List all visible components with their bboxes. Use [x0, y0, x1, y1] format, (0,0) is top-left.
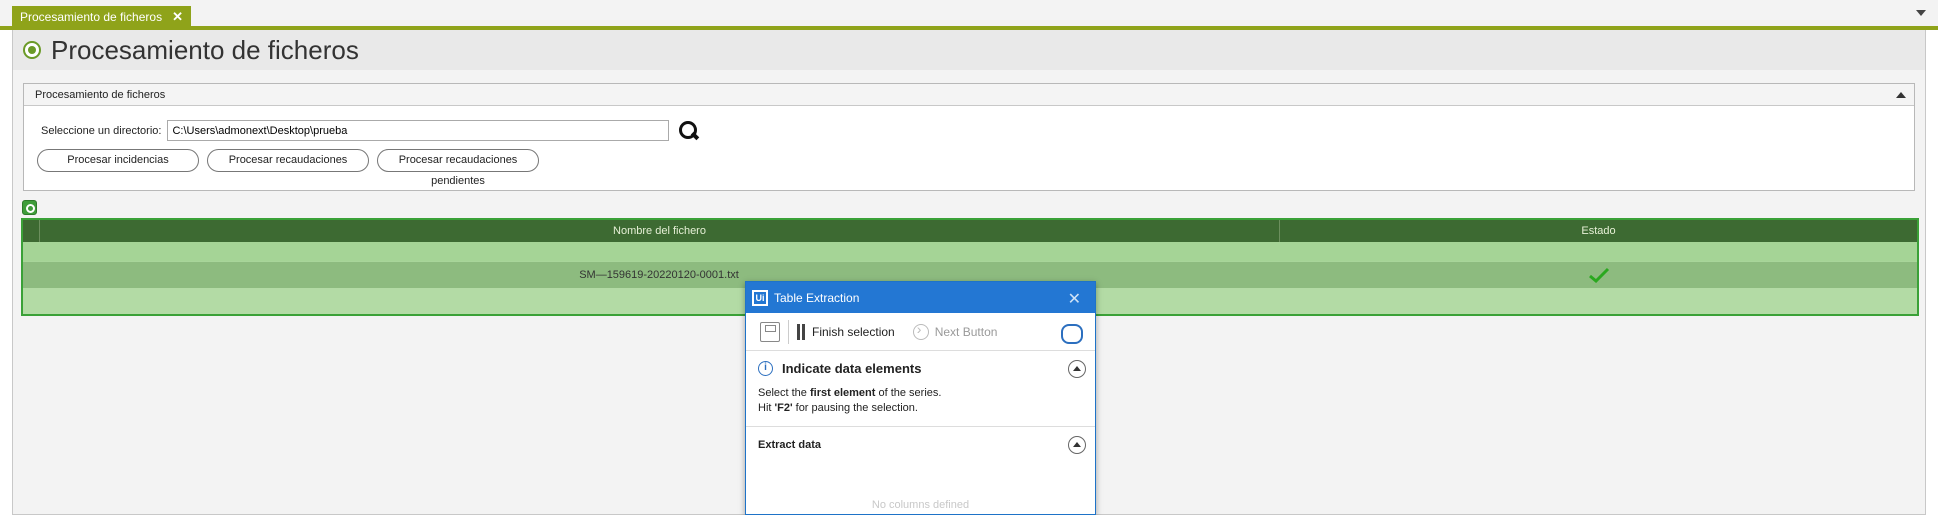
finish-selection-icon [797, 323, 805, 340]
empty-columns-text: No columns defined [871, 499, 970, 511]
save-icon[interactable] [760, 321, 780, 342]
tab-procesamiento[interactable]: Procesamiento de ficheros ✕ [12, 6, 191, 28]
green-checkmark-icon [1589, 267, 1610, 283]
tab-label: Procesamiento de ficheros [20, 10, 163, 24]
close-icon[interactable]: ✕ [1068, 289, 1081, 309]
collapse-section-icon[interactable] [1068, 436, 1086, 454]
panel-header: Procesamiento de ficheros [24, 84, 1914, 106]
directory-input[interactable] [167, 120, 670, 141]
directory-label: Seleccione un directorio: [41, 124, 162, 137]
table-extraction-dialog: Ui Table Extraction ✕ Finish selection N… [745, 281, 1096, 515]
next-button[interactable]: Next Button [935, 325, 998, 339]
finish-selection-button[interactable]: Finish selection [812, 325, 895, 339]
title-row: Procesamiento de ficheros [13, 30, 1925, 70]
collapse-section-icon[interactable] [1068, 360, 1086, 378]
collapse-icon[interactable] [1896, 92, 1906, 98]
extract-data-section: Extract data [746, 427, 1095, 463]
indicate-data-section: i Indicate data elements Select the firs… [746, 351, 1095, 427]
grid-header: Nombre del fichero Estado [23, 220, 1917, 242]
directory-row: Seleccione un directorio: [41, 120, 699, 141]
next-button-icon [912, 321, 929, 340]
section-header: i Indicate data elements [758, 361, 1083, 376]
column-header-file[interactable]: Nombre del fichero [39, 220, 1279, 242]
grid-target-icon [22, 200, 37, 215]
tab-menu-chevron-icon[interactable] [1916, 10, 1926, 16]
directory-panel: Procesamiento de ficheros Seleccione un … [23, 83, 1915, 191]
section-header: Extract data [758, 439, 1083, 451]
dialog-toolbar: Finish selection Next Button [746, 313, 1095, 351]
dialog-titlebar: Ui Table Extraction ✕ [746, 282, 1095, 313]
refresh-icon[interactable] [1061, 324, 1083, 344]
radio-icon [23, 41, 41, 59]
info-icon: i [758, 361, 773, 376]
section-instructions: Select the first element of the series. … [758, 387, 942, 414]
page-title: Procesamiento de ficheros [51, 34, 359, 65]
toolbar-divider [788, 319, 789, 344]
close-icon[interactable]: ✕ [172, 6, 183, 28]
section-title: Indicate data elements [782, 361, 922, 376]
table-row-empty [23, 242, 1917, 261]
dialog-title: Table Extraction [774, 290, 860, 305]
uipath-logo-icon: Ui [752, 289, 768, 306]
panel-title: Procesamiento de ficheros [35, 89, 166, 101]
procesar-recaudaciones-pendientes-button[interactable]: Procesar recaudaciones pendientes [377, 149, 539, 187]
section-title: Extract data [758, 439, 821, 451]
column-header-status[interactable]: Estado [1279, 220, 1917, 242]
procesar-incidencias-button[interactable]: Procesar incidencias [37, 149, 199, 172]
search-icon[interactable] [679, 120, 699, 141]
tab-bar: Procesamiento de ficheros ✕ [0, 0, 1938, 30]
procesar-recaudaciones-button[interactable]: Procesar recaudaciones [207, 149, 369, 172]
